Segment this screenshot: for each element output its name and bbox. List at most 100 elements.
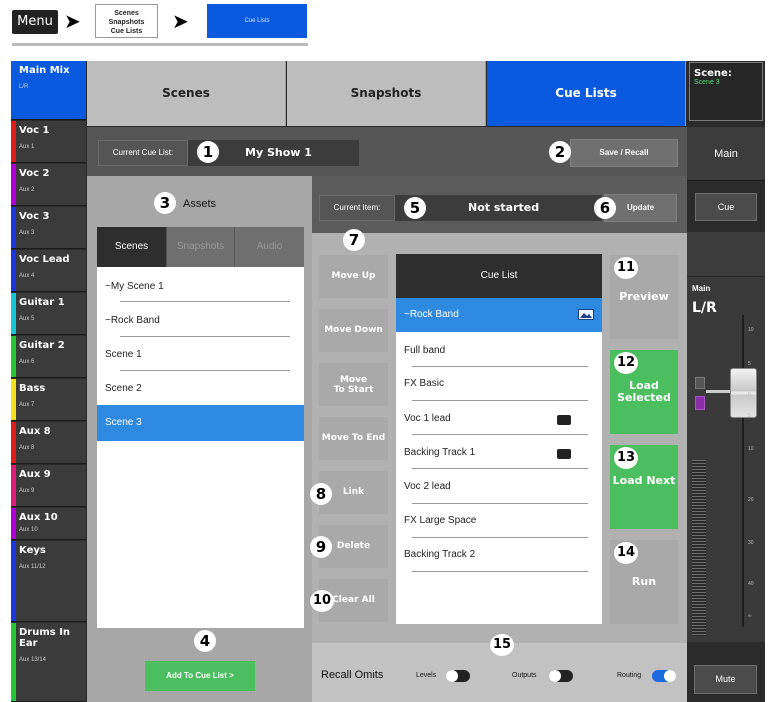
spacer-block (687, 232, 765, 276)
assets-tab-snapshots[interactable]: Snapshots (166, 227, 234, 267)
channel-sub: Aux 3 (19, 230, 35, 236)
callout-3: 3 (154, 192, 176, 214)
channel-color-bar (11, 541, 16, 621)
move-up-button[interactable]: Move Up (319, 255, 388, 298)
outputs-toggle[interactable] (549, 670, 573, 682)
channel-drums-in-ear[interactable]: Drums In Ear Aux 13/14 (11, 623, 86, 702)
scale-label: 5 (748, 361, 751, 367)
channel-name: Keys (19, 545, 46, 556)
asset-item[interactable]: ~Rock Band (97, 315, 160, 326)
cue-item[interactable]: Backing Track 1 (396, 447, 475, 458)
channel-aux-10[interactable]: Aux 10 Aux 10 (11, 508, 86, 540)
cue-lists-thumbnail: Cue Lists (207, 4, 307, 38)
channel-color-bar (11, 465, 16, 506)
channel-name: Voc 1 (19, 125, 50, 136)
scene-indicator: Scene: Scene 3 (689, 62, 763, 121)
move-to-end-button[interactable]: Move To End (319, 417, 388, 460)
scale-label: 40 (748, 581, 754, 587)
page: Menu ➤ Scenes Snapshots Cue Lists ➤ Cue … (0, 0, 768, 702)
divider (120, 370, 290, 371)
channel-voc-2[interactable]: Voc 2 Aux 2 (11, 164, 86, 206)
fader-zero-line (706, 390, 731, 393)
channel-name: Guitar 1 (19, 297, 65, 308)
assets-title: Assets (183, 198, 217, 210)
current-item-value: Not started (468, 201, 540, 214)
cue-button[interactable]: Cue (695, 193, 757, 221)
channel-color-bar (11, 164, 16, 205)
channel-main-mix[interactable]: Main Mix L/R (11, 61, 86, 120)
callout-10: 10 (310, 590, 334, 612)
save-recall-button[interactable]: Save / Recall (570, 139, 678, 167)
assets-tab-scenes[interactable]: Scenes (97, 227, 166, 267)
assets-tab-audio[interactable]: Audio (234, 227, 304, 267)
asset-item[interactable]: ~My Scene 1 (97, 281, 164, 292)
callout-14: 14 (614, 542, 638, 564)
channel-name: Main Mix (19, 65, 70, 76)
scale-label: 30 (748, 540, 754, 546)
main-button[interactable]: Main (687, 127, 765, 181)
callout-2: 2 (549, 141, 571, 163)
tab-snapshots[interactable]: Snapshots (287, 61, 486, 126)
channel-name: Bass (19, 383, 46, 394)
cue-item[interactable]: Full band (396, 345, 445, 356)
tab-scenes[interactable]: Scenes (87, 61, 286, 126)
channel-sub: Aux 8 (19, 445, 35, 451)
channel-color-bar (11, 422, 16, 463)
channel-sub: Aux 4 (19, 273, 35, 279)
cue-list-header: Cue List (396, 254, 602, 298)
channel-name: Voc 3 (19, 211, 50, 222)
level-meter (692, 460, 706, 636)
cue-item[interactable]: FX Basic (396, 378, 444, 389)
channel-name: Voc 2 (19, 168, 50, 179)
asset-item[interactable]: Scene 1 (97, 349, 142, 360)
callout-8: 8 (310, 483, 332, 505)
asset-item-selected[interactable]: Scene 3 (97, 417, 142, 428)
asset-item[interactable]: Scene 2 (97, 383, 142, 394)
callout-4: 4 (194, 630, 216, 652)
callout-1: 1 (197, 141, 219, 163)
move-to-start-button[interactable]: Move To Start (319, 363, 388, 406)
channel-aux-9[interactable]: Aux 9 Aux 9 (11, 465, 86, 507)
channel-voc-1[interactable]: Voc 1 Aux 1 (11, 121, 86, 163)
mute-button[interactable]: Mute (694, 665, 757, 694)
levels-toggle[interactable] (446, 670, 470, 682)
cue-item[interactable]: Backing Track 2 (396, 549, 475, 560)
divider (12, 43, 308, 46)
outputs-label: Outputs (512, 672, 537, 679)
scene-label: Scene: (694, 68, 732, 79)
tab-cue-lists[interactable]: Cue Lists (487, 61, 686, 126)
scale-label: 5 (748, 413, 751, 419)
channel-guitar-1[interactable]: Guitar 1 Aux 5 (11, 293, 86, 335)
fader-knob[interactable] (730, 368, 757, 418)
channel-voc-3[interactable]: Voc 3 Aux 3 (11, 207, 86, 249)
routing-label: Routing (617, 672, 642, 679)
routing-toggle[interactable] (652, 670, 676, 682)
channel-name: Aux 9 (19, 469, 51, 480)
cue-item[interactable]: Voc 1 lead (396, 413, 451, 424)
cue-item[interactable]: FX Large Space (396, 515, 476, 526)
menu-button[interactable]: Menu (12, 10, 58, 34)
channel-bass[interactable]: Bass Aux 7 (11, 379, 86, 421)
channel-guitar-2[interactable]: Guitar 2 Aux 6 (11, 336, 86, 378)
channel-name: Aux 10 (19, 512, 58, 523)
add-to-cue-list-button[interactable]: Add To Cue List > (145, 661, 255, 691)
scale-label: 10 (748, 446, 754, 452)
channel-keys[interactable]: Keys Aux 11/12 (11, 541, 86, 622)
channel-name: Voc Lead (19, 254, 70, 265)
divider (120, 301, 290, 302)
arrow-icon: ➤ (172, 11, 189, 33)
channel-color-bar (11, 121, 16, 162)
cue-item-selected[interactable]: ~Rock Band (396, 309, 459, 320)
channel-voc-lead[interactable]: Voc Lead Aux 4 (11, 250, 86, 292)
fader-track (742, 315, 744, 627)
callout-5: 5 (404, 197, 426, 219)
current-item-label: Current Item: (319, 195, 395, 221)
image-icon (578, 309, 594, 320)
divider (412, 503, 588, 504)
divider (412, 571, 588, 572)
move-down-button[interactable]: Move Down (319, 309, 388, 352)
channel-sub: Aux 6 (19, 359, 35, 365)
cue-item[interactable]: Voc 2 lead (396, 481, 451, 492)
channel-aux-8[interactable]: Aux 8 Aux 8 (11, 422, 86, 464)
callout-15: 15 (490, 634, 514, 656)
